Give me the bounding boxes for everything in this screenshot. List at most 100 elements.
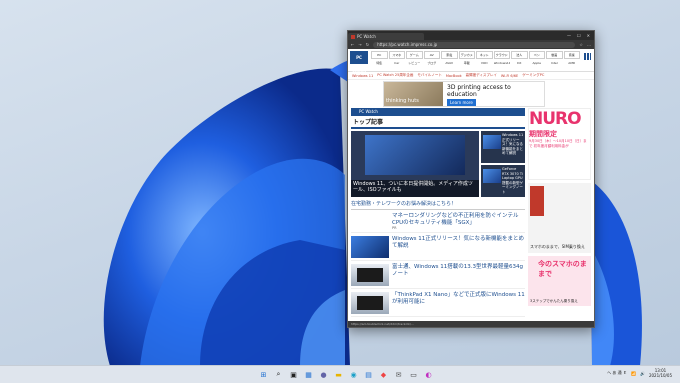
top-stories: Windows 11、ついに本日提供開始。メディア作成ツール、ISOファイルも …	[351, 131, 525, 197]
article-title: 富士通、Windows 11搭載の13.3型世界最軽量634gノート	[392, 264, 524, 277]
site-logo[interactable]: PC Watch	[350, 51, 368, 73]
switch-ad-text: 3ステップでかんたん乗り換え	[530, 299, 578, 303]
widgets-icon[interactable]: ▦	[303, 369, 314, 380]
nav-item[interactable]: クラウド	[493, 51, 510, 59]
side-article-title: Windows 11正式リリース！気になる新機能をまとめて解説	[502, 133, 524, 155]
subnav-item[interactable]: ブログ	[424, 61, 441, 65]
favicon-icon	[351, 34, 355, 39]
topic-link[interactable]: MacBook	[446, 74, 462, 78]
subnav-item[interactable]: VOD	[476, 61, 493, 65]
close-icon[interactable]: ✕	[587, 33, 590, 38]
subnav-item[interactable]: レビュー	[406, 61, 423, 65]
nav-item[interactable]: 家電	[441, 51, 458, 59]
subnav-item[interactable]: DX	[511, 61, 528, 65]
maximize-icon[interactable]: ☐	[577, 33, 581, 38]
taskbar-clock[interactable]: 13:01 2021/10/05	[649, 368, 672, 378]
article-row[interactable]: 富士通、Windows 11搭載の13.3型世界最軽量634gノート	[351, 264, 525, 289]
task-view-icon[interactable]: ▣	[288, 369, 299, 380]
nav-item[interactable]: スマホ	[388, 51, 405, 59]
article-title: マネーロンダリングなどの不正利用を防ぐインテルCPUのセキュリティ機能「SGX」	[392, 213, 519, 226]
subnav-item[interactable]: AMD	[564, 61, 581, 65]
subnav-item[interactable]: AVAV	[441, 61, 458, 65]
network-icon[interactable]: 📶	[631, 371, 636, 376]
phone-image	[530, 186, 544, 216]
desktop: PC Watch — ☐ ✕ ← → ↻ https://pc.watch.im…	[0, 0, 680, 366]
nav-item[interactable]: ゲーム	[406, 51, 423, 59]
clock-bar: PC Watch	[351, 108, 525, 116]
article-thumbnail	[351, 292, 389, 314]
start-icon[interactable]: ⊞	[258, 369, 269, 380]
nav-item[interactable]: PC	[371, 51, 388, 59]
address-input[interactable]: https://pc.watch.impress.co.jp	[373, 41, 576, 48]
subnav-item[interactable]: 車載	[459, 61, 476, 65]
nav-item[interactable]: ペン	[528, 51, 545, 59]
section-title: トップ記事	[351, 118, 525, 129]
article-sub: PR	[392, 226, 397, 230]
nav-item[interactable]: 法人	[511, 51, 528, 59]
nav-item[interactable]: 音楽	[563, 51, 580, 59]
side-article[interactable]: GeForce RTX 3070 Ti Laptop GPU搭載の新型ゲーミング…	[481, 165, 525, 197]
subnav-item[interactable]: Windows11	[494, 61, 511, 65]
article-thumbnail	[483, 135, 501, 149]
reload-icon[interactable]: ↻	[366, 42, 369, 47]
menu-icon[interactable]: …	[587, 42, 591, 47]
mail-icon[interactable]: ✉	[393, 369, 404, 380]
topic-link[interactable]: Wi-Fi 6/6E	[501, 74, 518, 78]
nav-item[interactable]: ネット	[476, 51, 493, 59]
back-icon[interactable]: ←	[351, 42, 354, 47]
apps-grid-icon[interactable]	[584, 53, 591, 60]
article-thumbnail	[351, 236, 389, 258]
topic-link[interactable]: 高輝度ディスプレイ	[466, 73, 497, 78]
chat-icon[interactable]: ●	[318, 369, 329, 380]
subnav-item[interactable]: Car	[389, 61, 406, 65]
edge-icon[interactable]: ◉	[348, 369, 359, 380]
ad-cta-button[interactable]: Learn more	[447, 99, 476, 106]
store-icon[interactable]: ▤	[363, 369, 374, 380]
app-icon[interactable]: ◐	[423, 369, 434, 380]
topic-links: Windows 11 PC Watch 25周年企画 モバイルノート MacBo…	[348, 72, 594, 80]
minimize-icon[interactable]: —	[567, 33, 571, 38]
nuro-ad[interactable]: NURO 期間限定 9月30日（木）〜10月10日（日）まで 初年度月額利用料金…	[528, 108, 591, 180]
subnav-item[interactable]: Apple	[529, 61, 546, 65]
hero-article[interactable]: Windows 11、ついに本日提供開始。メディア作成ツール、ISOファイルも	[351, 131, 479, 197]
taskbar: ⊞ ⌕ ▣ ▦ ● ▬ ◉ ▤ ◆ ✉ ▭ ◐ へ あ 通 Ｅ 📶 🔊 13:0…	[0, 365, 680, 383]
file-explorer-icon[interactable]: ▬	[333, 369, 344, 380]
main-column: PC Watch トップ記事 Windows 11、ついに本日提供開始。メディア…	[351, 108, 525, 321]
subnav-item[interactable]: 特集	[371, 61, 388, 65]
system-tray: へ あ 通 Ｅ 📶 🔊 13:01 2021/10/05	[607, 368, 672, 378]
tray-indicators[interactable]: へ あ 通 Ｅ	[607, 370, 627, 376]
sidebar: NURO 期間限定 9月30日（木）〜10月10日（日）まで 初年度月額利用料金…	[528, 108, 591, 321]
forward-icon[interactable]: →	[358, 42, 361, 47]
switch-ad[interactable]: 今のスマホのままで 3ステップでかんたん乗り換え	[528, 256, 591, 306]
nav-item[interactable]: 動画	[546, 51, 563, 59]
nav-item[interactable]: デジカメ	[458, 51, 475, 59]
subnav-item[interactable]: Intel	[546, 61, 563, 65]
terminal-icon[interactable]: ▭	[408, 369, 419, 380]
nav-item[interactable]: AV	[423, 51, 440, 59]
banner-ad[interactable]: thinking huts 3D printing access to educ…	[383, 81, 545, 107]
topic-link[interactable]: ゲーミングPC	[522, 73, 544, 78]
side-article[interactable]: Windows 11正式リリース！気になる新機能をまとめて解説	[481, 131, 525, 163]
topic-link[interactable]: モバイルノート	[417, 73, 442, 78]
browser-window[interactable]: PC Watch — ☐ ✕ ← → ↻ https://pc.watch.im…	[347, 30, 595, 328]
notice-link[interactable]: 在宅勤務・テレワークのお悩み解決はこちら！	[351, 200, 525, 210]
article-row[interactable]: Windows 11正式リリース！気になる新機能をまとめて解説	[351, 236, 525, 261]
favorites-icon[interactable]: ☆	[579, 42, 583, 47]
photo-app-icon[interactable]: ◆	[378, 369, 389, 380]
hero-caption: Windows 11、ついに本日提供開始。メディア作成ツール、ISOファイルも	[351, 180, 479, 197]
site-nav: PC スマホ ゲーム AV 家電 デジカメ ネット クラウド 法人 ペン 動画 …	[371, 51, 580, 59]
sim-ad[interactable]: スマホのままで、SIM乗り換え	[528, 183, 591, 253]
browser-tab[interactable]: PC Watch	[348, 33, 424, 40]
site-subnav: 特集 Car レビュー ブログ AVAV 車載 VOD Windows11 DX…	[371, 61, 580, 65]
address-bar-row: ← → ↻ https://pc.watch.impress.co.jp ☆ …	[348, 40, 594, 49]
article-row[interactable]: 「ThinkPad X1 Nano」などで正式版にWindows 11が利用可能…	[351, 292, 525, 317]
volume-icon[interactable]: 🔊	[640, 371, 645, 376]
side-article-title: GeForce RTX 3070 Ti Laptop GPU搭載の新型ゲーミング…	[502, 167, 523, 194]
tab-title: PC Watch	[357, 34, 376, 39]
nuro-note: 9月30日（木）〜10月10日（日）まで 初年度月額利用料金が	[529, 139, 587, 148]
article-row[interactable]: マネーロンダリングなどの不正利用を防ぐインテルCPUのセキュリティ機能「SGX」…	[351, 213, 525, 233]
taskbar-apps: ⊞ ⌕ ▣ ▦ ● ▬ ◉ ▤ ◆ ✉ ▭ ◐	[258, 369, 434, 380]
tab-bar: PC Watch — ☐ ✕	[348, 31, 594, 40]
topic-link[interactable]: PC Watch 25周年企画	[377, 73, 413, 78]
search-icon[interactable]: ⌕	[273, 369, 284, 380]
